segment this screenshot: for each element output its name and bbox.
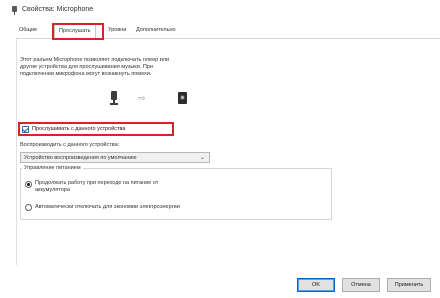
power-management-title: Управление питанием: [22, 165, 83, 171]
tab-levels[interactable]: Уровни: [108, 27, 126, 33]
playback-device-label: Воспроизводить с данного устройства:: [20, 142, 120, 148]
apply-button[interactable]: Применить: [387, 278, 431, 292]
title-bar: Свойства: Microphone: [0, 0, 440, 22]
window-title: Свойства: Microphone: [22, 6, 94, 13]
radio-label-line: Продолжать работу при переходе на питани…: [35, 180, 159, 186]
microphone-icon: [12, 6, 18, 15]
description-line: Этот разъем Microphone позволяет подключ…: [20, 57, 170, 63]
radio-label-line: аккумулятора: [35, 187, 70, 193]
radio-auto-disable[interactable]: [25, 204, 32, 211]
description-text: Этот разъем Microphone позволяет подключ…: [20, 57, 250, 78]
ok-button[interactable]: OK: [297, 278, 335, 292]
arrow-right-icon: ⇨: [138, 93, 146, 103]
tab-general[interactable]: Общие: [19, 27, 37, 33]
playback-device-select[interactable]: Устройство воспроизведения по умолчанию …: [20, 152, 210, 163]
speaker-icon: [178, 92, 187, 104]
highlight-listen-checkbox: [18, 122, 174, 136]
playback-device-value: Устройство воспроизведения по умолчанию: [24, 155, 137, 161]
radio-keep-running-label[interactable]: Продолжать работу при переходе на питани…: [35, 180, 158, 194]
radio-keep-running[interactable]: [25, 181, 32, 188]
chevron-down-icon: ⌄: [199, 155, 205, 161]
description-line: подключении микрофона могут возникнуть п…: [20, 71, 152, 77]
radio-auto-disable-label[interactable]: Автоматически отключать для экономии эле…: [35, 204, 180, 211]
cancel-button[interactable]: Отмена: [342, 278, 380, 292]
description-line: другие устройства для прослушивания музы…: [20, 64, 153, 70]
tab-advanced[interactable]: Дополнительно: [136, 27, 176, 33]
microphone-icon: [110, 91, 118, 105]
highlight-tab-listen: [52, 23, 104, 40]
power-management-group: [20, 168, 332, 220]
